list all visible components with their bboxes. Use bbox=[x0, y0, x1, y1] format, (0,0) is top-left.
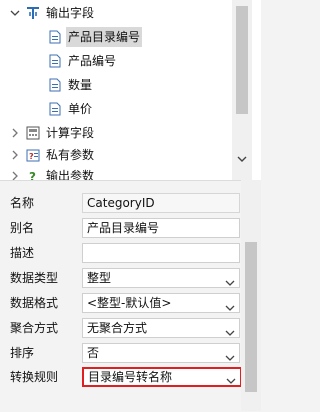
property-label: 数据格式 bbox=[10, 296, 59, 310]
description-input[interactable] bbox=[82, 243, 240, 263]
private-param-icon: ? bbox=[26, 148, 40, 162]
aggregation-select[interactable]: 无聚合方式 bbox=[82, 318, 240, 338]
properties-scrollbar[interactable] bbox=[241, 180, 261, 411]
select-value: 否 bbox=[87, 346, 100, 360]
property-label: 别名 bbox=[10, 221, 35, 235]
select-value: <整型-默认值> bbox=[87, 296, 172, 310]
tree-node-label: 输出字段 bbox=[46, 6, 95, 20]
chevron-down-icon[interactable] bbox=[225, 299, 235, 311]
tree-node-product-id[interactable]: 产品编号 bbox=[0, 51, 230, 71]
select-value: 无聚合方式 bbox=[87, 321, 148, 335]
tree-node-label: 产品目录编号 bbox=[66, 27, 143, 47]
field-tree: 输出字段 产品目录编号 产品编号 数量 单价 计算字段 ? 私有参数 ? 输出参… bbox=[0, 0, 261, 180]
property-row-conversion-rule: 转换规则 目录编号转名称 bbox=[0, 365, 242, 389]
data-type-select[interactable]: 整型 bbox=[82, 268, 240, 288]
sort-select[interactable]: 否 bbox=[82, 343, 240, 363]
svg-text:?: ? bbox=[29, 152, 34, 161]
chevron-down-icon[interactable] bbox=[226, 373, 236, 384]
tree-node-label: 私有参数 bbox=[46, 148, 95, 162]
tree-node-label: 单价 bbox=[68, 102, 93, 116]
select-value: 目录编号转名称 bbox=[88, 370, 173, 384]
property-label: 名称 bbox=[10, 196, 35, 210]
tree-scrollbar-thumb[interactable] bbox=[236, 6, 248, 114]
field-icon bbox=[48, 30, 62, 44]
data-format-select[interactable]: <整型-默认值> bbox=[82, 293, 240, 313]
property-row-data-type: 数据类型 整型 bbox=[0, 266, 240, 290]
property-label: 聚合方式 bbox=[10, 321, 59, 335]
field-icon bbox=[48, 54, 62, 68]
chevron-down-icon[interactable] bbox=[225, 274, 235, 286]
svg-text:?: ? bbox=[29, 170, 36, 180]
field-icon bbox=[48, 102, 62, 116]
tree-node-label: 输出参数 bbox=[46, 169, 95, 180]
property-row-alias: 别名 产品目录编号 bbox=[0, 216, 240, 240]
name-field: CategoryID bbox=[82, 193, 240, 213]
conversion-rule-select[interactable]: 目录编号转名称 bbox=[82, 367, 242, 387]
property-row-sort: 排序 否 bbox=[0, 341, 240, 365]
property-row-data-format: 数据格式 <整型-默认值> bbox=[0, 291, 240, 315]
chevron-right-icon[interactable] bbox=[10, 166, 20, 180]
select-value: 整型 bbox=[87, 271, 112, 285]
properties-panel: 名称 CategoryID 别名 产品目录编号 描述 数据类型 整型 数据格式 … bbox=[0, 180, 261, 412]
property-label: 转换规则 bbox=[10, 370, 59, 384]
calc-field-icon bbox=[26, 126, 40, 140]
property-label: 描述 bbox=[10, 246, 35, 260]
tree-node-private-params[interactable]: ? 私有参数 bbox=[0, 145, 230, 165]
property-label: 排序 bbox=[10, 346, 35, 360]
properties-scrollbar-thumb[interactable] bbox=[245, 242, 257, 392]
property-row-aggregation: 聚合方式 无聚合方式 bbox=[0, 316, 240, 340]
chevron-down-icon[interactable] bbox=[225, 324, 235, 336]
property-row-description: 描述 bbox=[0, 241, 240, 265]
tree-node-label: 数量 bbox=[68, 78, 93, 92]
tree-node-label: 计算字段 bbox=[46, 126, 95, 140]
tree-node-label: 产品编号 bbox=[68, 54, 117, 68]
tree-node-unit-price[interactable]: 单价 bbox=[0, 99, 230, 119]
tree-node-quantity[interactable]: 数量 bbox=[0, 75, 230, 95]
scroll-down-icon[interactable] bbox=[235, 152, 249, 166]
property-label: 数据类型 bbox=[10, 271, 59, 285]
output-field-icon bbox=[26, 6, 40, 20]
tree-node-category-id[interactable]: 产品目录编号 bbox=[0, 27, 230, 47]
field-icon bbox=[48, 78, 62, 92]
output-param-icon: ? bbox=[26, 169, 40, 180]
alias-input[interactable]: 产品目录编号 bbox=[82, 218, 240, 238]
tree-node-calc-fields[interactable]: 计算字段 bbox=[0, 123, 230, 143]
tree-node-output-params[interactable]: ? 输出参数 bbox=[0, 166, 230, 180]
tree-node-output-fields[interactable]: 输出字段 bbox=[0, 3, 230, 23]
tree-scrollbar[interactable] bbox=[232, 0, 252, 180]
property-row-name: 名称 CategoryID bbox=[0, 191, 240, 215]
chevron-down-icon[interactable] bbox=[225, 349, 235, 361]
